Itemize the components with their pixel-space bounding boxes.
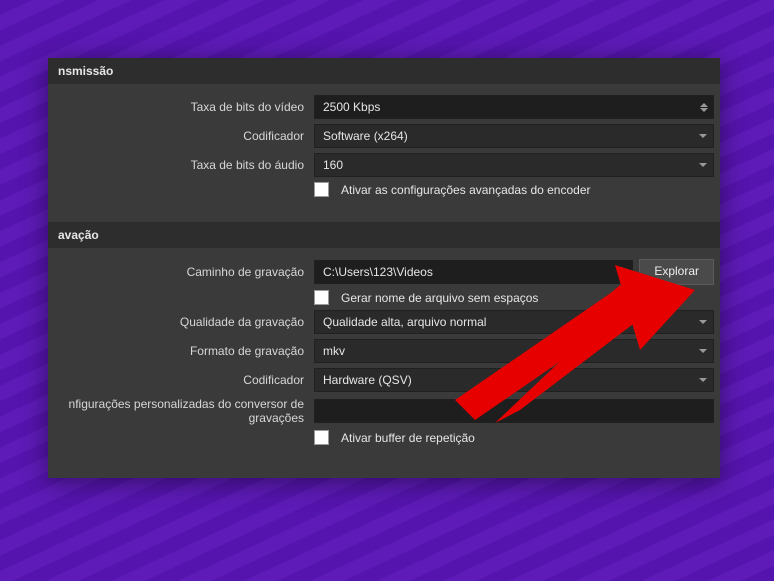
chevron-down-icon: [699, 134, 707, 138]
label-format: Formato de gravação: [54, 344, 314, 358]
select-stream-encoder[interactable]: Software (x264): [314, 124, 714, 148]
value-video-bitrate: 2500 Kbps: [323, 100, 380, 114]
label-video-bitrate: Taxa de bits do vídeo: [54, 100, 314, 114]
section-body-streaming: Taxa de bits do vídeo 2500 Kbps Codifica…: [48, 84, 720, 216]
label-muxer: nfigurações personalizadas do conversor …: [54, 397, 314, 425]
chevron-down-icon: [699, 163, 707, 167]
chevron-up-icon: [700, 103, 708, 107]
value-record-path: C:\Users\123\Videos: [323, 265, 433, 279]
value-stream-encoder: Software (x264): [323, 129, 408, 143]
checkbox-replay-buffer[interactable]: [314, 430, 329, 445]
section-title-recording: avação: [58, 228, 99, 242]
label-quality: Qualidade da gravação: [54, 315, 314, 329]
section-header-recording: avação: [48, 222, 720, 248]
row-advanced-check: Ativar as configurações avançadas do enc…: [54, 182, 714, 197]
label-record-path: Caminho de gravação: [54, 265, 314, 279]
section-title-streaming: nsmissão: [58, 64, 113, 78]
checkbox-advanced-encoder[interactable]: [314, 182, 329, 197]
value-audio-bitrate: 160: [323, 158, 343, 172]
label-audio-bitrate: Taxa de bits do áudio: [54, 158, 314, 172]
spinner-video-bitrate[interactable]: [697, 97, 711, 117]
input-video-bitrate[interactable]: 2500 Kbps: [314, 95, 714, 119]
label-replay-buffer: Ativar buffer de repetição: [341, 431, 475, 445]
value-format: mkv: [323, 344, 345, 358]
checkbox-no-space[interactable]: [314, 290, 329, 305]
annotation-arrow-icon: [440, 255, 700, 425]
chevron-down-icon: [699, 378, 707, 382]
row-video-bitrate: Taxa de bits do vídeo 2500 Kbps: [54, 95, 714, 119]
select-audio-bitrate[interactable]: 160: [314, 153, 714, 177]
row-audio-bitrate: Taxa de bits do áudio 160: [54, 153, 714, 177]
section-header-streaming: nsmissão: [48, 58, 720, 84]
row-replay: Ativar buffer de repetição: [54, 430, 714, 445]
row-stream-encoder: Codificador Software (x264): [54, 124, 714, 148]
label-rec-encoder: Codificador: [54, 373, 314, 387]
chevron-down-icon: [699, 320, 707, 324]
value-rec-encoder: Hardware (QSV): [323, 373, 412, 387]
label-stream-encoder: Codificador: [54, 129, 314, 143]
label-advanced-encoder: Ativar as configurações avançadas do enc…: [341, 183, 591, 197]
chevron-down-icon: [700, 108, 708, 112]
chevron-down-icon: [699, 349, 707, 353]
